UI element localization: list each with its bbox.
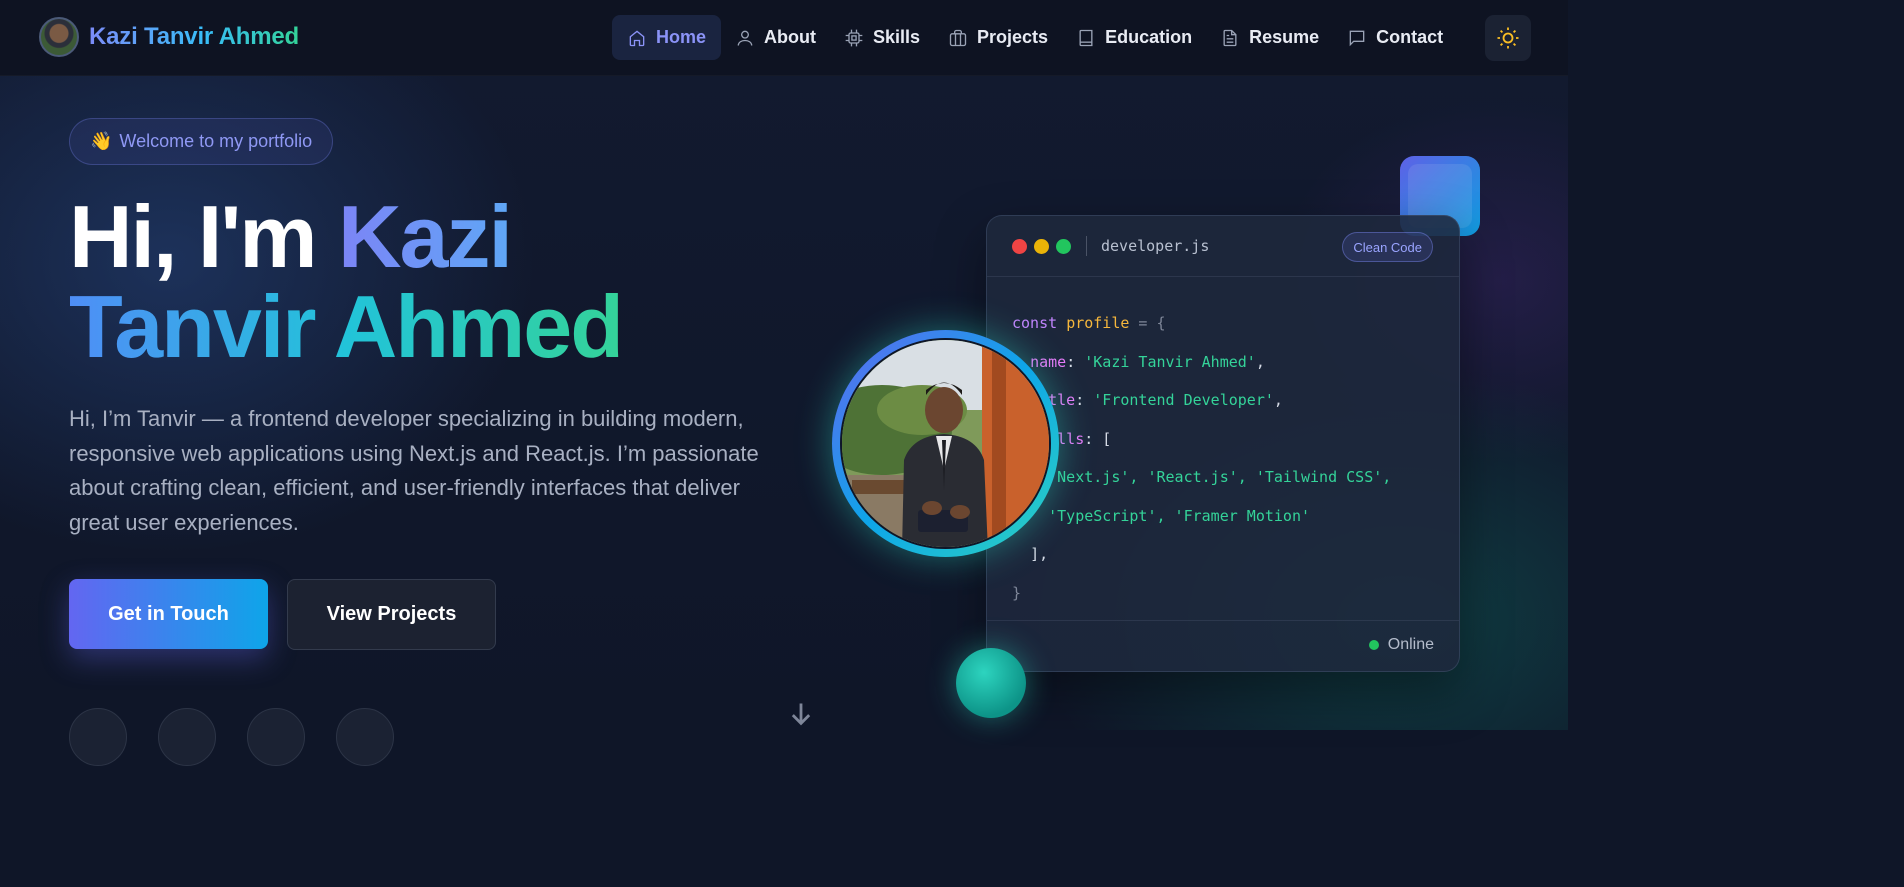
code-prop: name: [1030, 352, 1067, 371]
sun-icon: [1497, 27, 1519, 49]
code-string: 'Next.js', 'React.js', 'Tailwind CSS',: [1048, 468, 1392, 486]
code-string: 'Kazi Tanvir Ahmed': [1084, 352, 1256, 371]
brand-name: Kazi Tanvir Ahmed: [89, 23, 299, 50]
scroll-down-icon[interactable]: [787, 700, 815, 728]
navbar: Kazi Tanvir Ahmed Home About Skills Proj…: [0, 0, 1568, 76]
home-icon: [629, 29, 645, 46]
nav-item-label: About: [764, 27, 816, 47]
online-status: Online: [1368, 636, 1434, 654]
file-text-icon: [1223, 29, 1237, 46]
nav-item-education[interactable]: Education: [1062, 15, 1206, 60]
decorative-ball: [956, 648, 1026, 718]
nav-item-about[interactable]: About: [721, 15, 830, 60]
code-variable: profile: [1066, 314, 1130, 332]
profile-photo-ring: [832, 330, 1059, 557]
code-punct: = {: [1129, 314, 1166, 332]
window-maximize-dot: [1056, 238, 1071, 254]
headline-greeting: Hi, I'm: [69, 187, 338, 286]
nav-item-projects[interactable]: Projects: [934, 15, 1062, 60]
nav-item-label: Contact: [1376, 27, 1444, 47]
cpu-icon: [845, 29, 863, 46]
user-icon: [737, 30, 753, 46]
window-minimize-dot: [1034, 238, 1049, 254]
main-menu: Home About Skills Projects Education Res…: [612, 15, 1457, 60]
code-filename: developer.js: [1101, 237, 1210, 255]
brand-avatar: [39, 17, 79, 57]
brand[interactable]: Kazi Tanvir Ahmed: [39, 17, 299, 57]
clean-code-badge: Clean Code: [1342, 232, 1433, 262]
nav-item-resume[interactable]: Resume: [1206, 15, 1333, 60]
status-text: Online: [1387, 636, 1434, 653]
briefcase-icon: [949, 29, 967, 46]
window-close-dot: [1012, 238, 1027, 254]
code-string: 'Frontend Developer': [1093, 391, 1274, 409]
nav-item-label: Projects: [977, 27, 1049, 47]
profile-photo: [840, 338, 1051, 549]
code-string: 'TypeScript', 'Framer Motion': [1048, 506, 1311, 525]
hero-intro: Hi, I’m Tanvir — a frontend developer sp…: [69, 406, 759, 535]
theme-toggle-button[interactable]: [1485, 15, 1531, 61]
social-link[interactable]: [158, 708, 216, 766]
nav-item-home[interactable]: Home: [612, 15, 722, 60]
social-link[interactable]: [69, 708, 127, 766]
status-dot-icon: [1368, 640, 1379, 650]
nav-item-skills[interactable]: Skills: [830, 15, 934, 60]
message-icon: [1349, 30, 1365, 46]
nav-item-label: Skills: [873, 27, 921, 47]
book-icon: [1079, 29, 1093, 46]
social-link[interactable]: [336, 708, 394, 766]
code-punct: }: [1012, 583, 1022, 602]
hero-headline: Hi, I'm Kazi Tanvir Ahmed: [69, 192, 624, 372]
code-keyword: const: [1012, 314, 1058, 332]
waving-hand-icon: 👋: [90, 131, 113, 151]
nav-item-label: Education: [1105, 27, 1193, 47]
headline-name-first: Kazi: [337, 187, 513, 286]
get-in-touch-button[interactable]: Get in Touch: [69, 579, 268, 649]
headline-name-last: Tanvir Ahmed: [69, 277, 624, 376]
nav-item-label: Home: [656, 27, 707, 47]
view-projects-button[interactable]: View Projects: [287, 579, 496, 650]
code-punct: ],: [1030, 545, 1049, 563]
nav-item-contact[interactable]: Contact: [1333, 15, 1457, 60]
welcome-badge: 👋 Welcome to my portfolio: [69, 118, 334, 165]
welcome-badge-text: Welcome to my portfolio: [119, 131, 313, 151]
code-card-header: developer.js Clean Code: [987, 216, 1459, 277]
code-card-footer: Online: [987, 620, 1459, 671]
code-block: const profile = { name: 'Kazi Tanvir Ahm…: [1012, 314, 1392, 602]
nav-item-label: Resume: [1249, 27, 1320, 47]
social-link[interactable]: [247, 708, 305, 766]
